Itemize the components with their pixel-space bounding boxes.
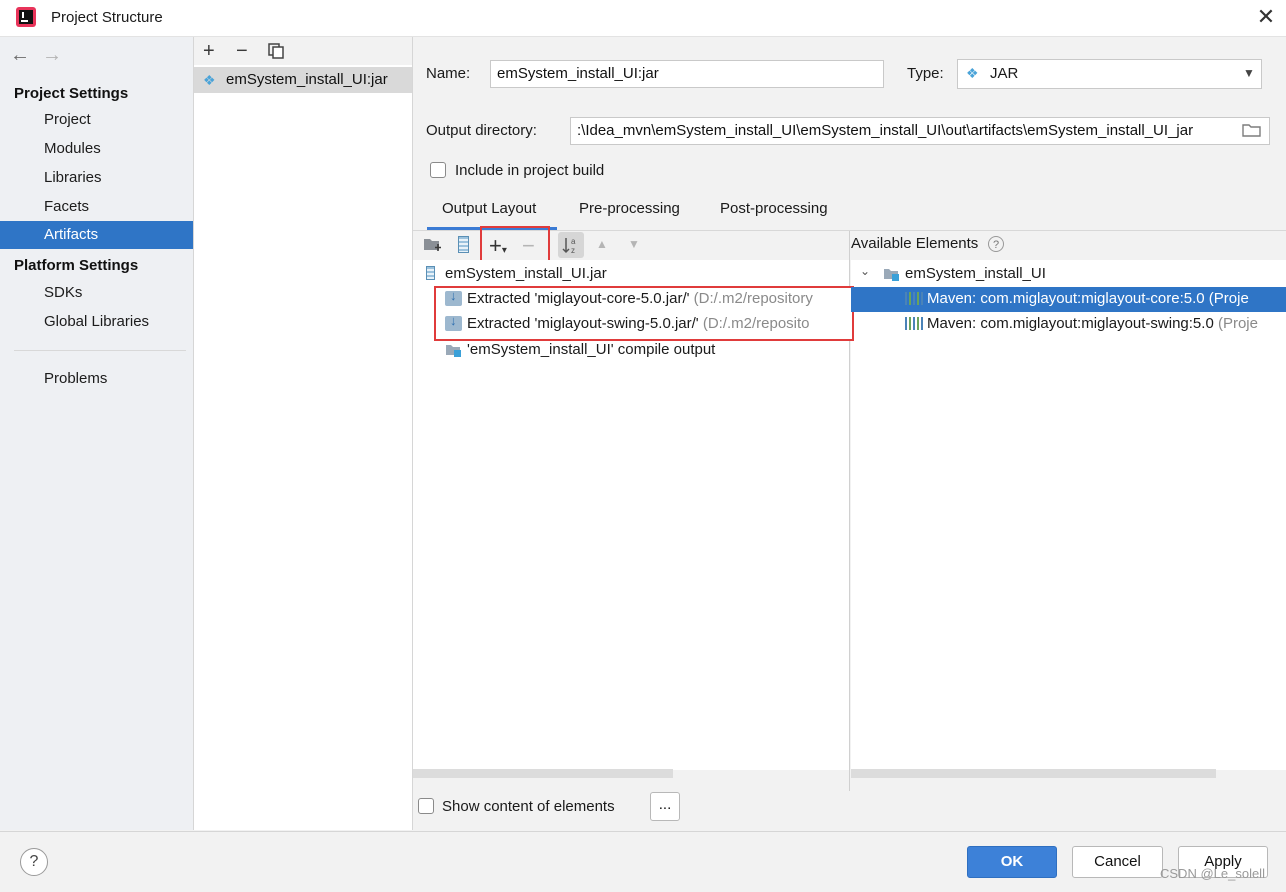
sidebar-item-global-libraries[interactable]: Global Libraries	[0, 308, 193, 336]
tab-output-layout[interactable]: Output Layout	[442, 200, 536, 217]
artifact-list-pane	[194, 37, 413, 830]
title-bar	[0, 0, 1286, 37]
back-arrow-icon[interactable]: ←	[10, 44, 30, 67]
sidebar-item-libraries[interactable]: Libraries	[0, 164, 193, 192]
svg-text:z: z	[571, 246, 575, 255]
sidebar-item-artifacts[interactable]: Artifacts	[0, 221, 193, 249]
sidebar-item-modules[interactable]: Modules	[0, 135, 193, 163]
close-icon[interactable]: ✕	[1254, 4, 1278, 30]
name-field[interactable]: emSystem_install_UI:jar	[490, 60, 884, 88]
svg-text:a: a	[571, 237, 576, 246]
output-directory-label: Output directory:	[426, 122, 537, 139]
forward-arrow-icon[interactable]: →	[42, 44, 62, 67]
jar-icon	[426, 266, 435, 284]
intellij-app-icon	[16, 7, 36, 27]
help-button[interactable]: ?	[20, 848, 48, 876]
chevron-down-icon[interactable]: ⌄	[860, 264, 870, 278]
module-folder-icon	[883, 266, 901, 286]
sidebar-item-problems[interactable]: Problems	[0, 365, 193, 393]
copy-icon[interactable]	[268, 43, 284, 63]
library-icon	[905, 292, 923, 309]
watermark: CSDN @Le_solell	[1160, 866, 1265, 881]
available-item-label: Maven: com.miglayout:miglayout-core:5.0	[927, 290, 1205, 307]
window-title: Project Structure	[51, 9, 163, 26]
jar-type-icon: ❖	[966, 65, 979, 81]
highlight-box	[480, 226, 550, 264]
new-directory-icon[interactable]	[423, 236, 443, 256]
archive-icon[interactable]	[458, 236, 469, 257]
project-settings-header: Project Settings	[14, 85, 129, 102]
artifact-list-item-label: emSystem_install_UI:jar	[226, 71, 388, 88]
tab-post-processing[interactable]: Post-processing	[720, 200, 828, 217]
include-in-build-checkbox[interactable]	[430, 162, 446, 178]
available-elements-tree	[851, 260, 1286, 770]
show-content-label: Show content of elements	[442, 798, 615, 815]
available-item-hint: (Proje	[1217, 315, 1258, 332]
move-up-icon[interactable]: ▲	[596, 237, 608, 251]
available-elements-header: Available Elements	[851, 235, 979, 252]
cancel-button[interactable]: Cancel	[1072, 846, 1163, 878]
folder-browse-icon[interactable]	[1242, 122, 1262, 142]
platform-settings-header: Platform Settings	[14, 257, 139, 274]
artifact-list-toolbar	[194, 37, 412, 65]
sidebar-divider	[14, 350, 186, 351]
sidebar-item-sdks[interactable]: SDKs	[0, 279, 193, 307]
output-compile-label[interactable]: 'emSystem_install_UI' compile output	[467, 341, 715, 358]
highlight-box	[434, 286, 854, 341]
sidebar-item-facets[interactable]: Facets	[0, 193, 193, 221]
available-module-label[interactable]: emSystem_install_UI	[905, 265, 1046, 282]
sort-elements-icon[interactable]: az	[558, 232, 584, 258]
remove-icon[interactable]: −	[236, 40, 248, 63]
horizontal-scrollbar[interactable]	[413, 769, 673, 778]
ok-button[interactable]: OK	[967, 846, 1057, 878]
artifact-jar-icon: ❖	[203, 72, 216, 88]
type-label: Type:	[907, 65, 944, 82]
tab-pre-processing[interactable]: Pre-processing	[579, 200, 680, 217]
ellipsis-button[interactable]: ...	[650, 792, 680, 821]
list-item[interactable]: Maven: com.miglayout:miglayout-core:5.0 …	[927, 290, 1249, 307]
module-output-icon	[445, 342, 463, 362]
help-icon[interactable]: ?	[988, 236, 1004, 252]
show-content-checkbox[interactable]	[418, 798, 434, 814]
list-item[interactable]: Maven: com.miglayout:miglayout-swing:5.0…	[927, 315, 1258, 332]
include-in-build-label: Include in project build	[455, 162, 605, 179]
library-icon	[905, 317, 923, 334]
move-down-icon[interactable]: ▼	[628, 237, 640, 251]
sidebar-item-project[interactable]: Project	[0, 106, 193, 134]
output-directory-field[interactable]: :\Idea_mvn\emSystem_install_UI\emSystem_…	[570, 117, 1270, 145]
output-root-label[interactable]: emSystem_install_UI.jar	[445, 265, 607, 282]
name-label: Name:	[426, 65, 471, 82]
add-icon[interactable]: +	[203, 40, 215, 63]
horizontal-scrollbar[interactable]	[851, 769, 1216, 778]
available-item-label: Maven: com.miglayout:miglayout-swing:5.0	[927, 315, 1214, 332]
chevron-down-icon[interactable]: ▼	[1243, 66, 1255, 80]
available-item-hint: (Proje	[1208, 290, 1249, 307]
type-value: JAR	[990, 65, 1019, 82]
